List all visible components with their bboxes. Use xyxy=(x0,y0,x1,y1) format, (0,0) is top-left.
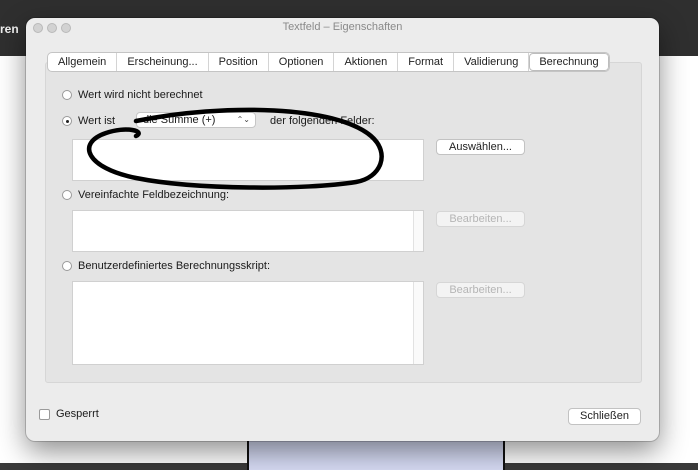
radio-simplified[interactable] xyxy=(62,190,72,200)
dialog-titlebar: Textfeld – Eigenschaften xyxy=(26,18,659,38)
locked-label: Gesperrt xyxy=(56,408,99,420)
radio-custom-script[interactable] xyxy=(62,261,72,271)
radio-row-custom-script[interactable]: Benutzerdefiniertes Berechnungsskript: xyxy=(62,260,270,272)
radio-row-not-calculated[interactable]: Wert wird nicht berechnet xyxy=(62,89,203,101)
operation-select[interactable]: die Summe (+) ⌃⌄ xyxy=(136,112,256,128)
tab-berechnung[interactable]: Berechnung xyxy=(529,53,609,71)
textfield-properties-dialog: Textfeld – Eigenschaften Allgemein Ersch… xyxy=(26,18,659,441)
scrollbar[interactable] xyxy=(413,211,423,251)
radio-label-simplified: Vereinfachte Feldbezeichnung: xyxy=(78,189,230,201)
tab-aktionen[interactable]: Aktionen xyxy=(334,53,399,71)
locked-checkbox[interactable] xyxy=(39,409,50,420)
operation-select-value: die Summe (+) xyxy=(143,114,216,126)
custom-script-box[interactable] xyxy=(72,281,424,365)
radio-row-value-is[interactable]: Wert ist xyxy=(62,115,115,127)
tab-erscheinungsbild[interactable]: Erscheinung... xyxy=(117,53,209,71)
tab-position[interactable]: Position xyxy=(209,53,269,71)
select-fields-button[interactable]: Auswählen... xyxy=(436,139,525,155)
radio-label-value-is: Wert ist xyxy=(78,115,116,127)
following-fields-label: der folgenden Felder: xyxy=(270,115,375,127)
radio-value-is[interactable] xyxy=(62,116,72,126)
tab-validierung[interactable]: Validierung xyxy=(454,53,530,71)
tab-allgemein[interactable]: Allgemein xyxy=(48,53,118,71)
radio-label-custom-script: Benutzerdefiniertes Berechnungsskript: xyxy=(78,260,270,272)
edit-simplified-button[interactable]: Bearbeiten... xyxy=(436,211,525,227)
dialog-title: Textfeld – Eigenschaften xyxy=(282,21,403,33)
tab-bar: Allgemein Erscheinung... Position Option… xyxy=(47,52,610,72)
close-button[interactable]: Schließen xyxy=(568,408,641,425)
simplified-notation-box[interactable] xyxy=(72,210,424,252)
scrollbar[interactable] xyxy=(413,282,423,364)
chevron-updown-icon: ⌃⌄ xyxy=(236,115,250,124)
tab-optionen[interactable]: Optionen xyxy=(269,53,335,71)
radio-row-simplified[interactable]: Vereinfachte Feldbezeichnung: xyxy=(62,189,229,201)
edit-custom-script-button[interactable]: Bearbeiten... xyxy=(436,282,525,298)
tab-format[interactable]: Format xyxy=(398,53,455,71)
app-topbar-text: ren xyxy=(0,22,19,36)
radio-not-calculated[interactable] xyxy=(62,90,72,100)
fields-list-box[interactable] xyxy=(72,139,424,181)
radio-label-not-calculated: Wert wird nicht berechnet xyxy=(78,89,203,101)
